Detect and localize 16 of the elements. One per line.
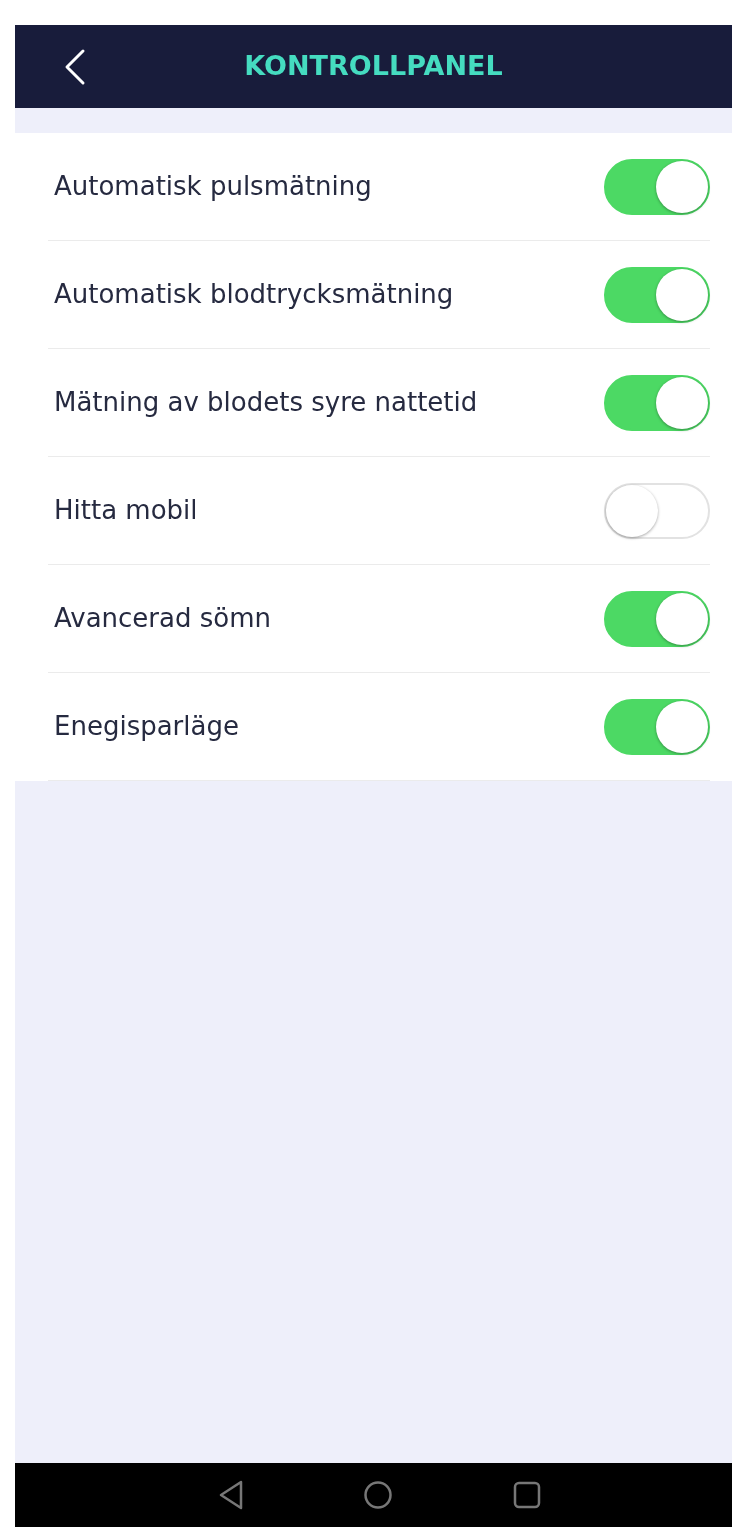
toggle-switch[interactable] [604, 374, 710, 431]
toggle-switch[interactable] [604, 266, 710, 323]
toggle-switch[interactable] [604, 482, 710, 539]
setting-label: Automatisk blodtrycksmätning [54, 278, 454, 311]
home-icon[interactable] [363, 1480, 393, 1510]
setting-label: Automatisk pulsmätning [54, 170, 372, 203]
toggle-switch[interactable] [604, 158, 710, 215]
setting-label: Avancerad sömn [54, 602, 271, 635]
setting-label: Hitta mobil [54, 494, 198, 527]
setting-label: Mätning av blodets syre nattetid [54, 386, 478, 419]
toggle-switch[interactable] [604, 698, 710, 755]
toggle-switch[interactable] [604, 590, 710, 647]
setting-label: Enegisparläge [54, 710, 239, 743]
page-title: KONTROLLPANEL [244, 50, 503, 82]
recents-icon[interactable] [513, 1481, 541, 1509]
back-icon[interactable] [217, 1479, 245, 1511]
